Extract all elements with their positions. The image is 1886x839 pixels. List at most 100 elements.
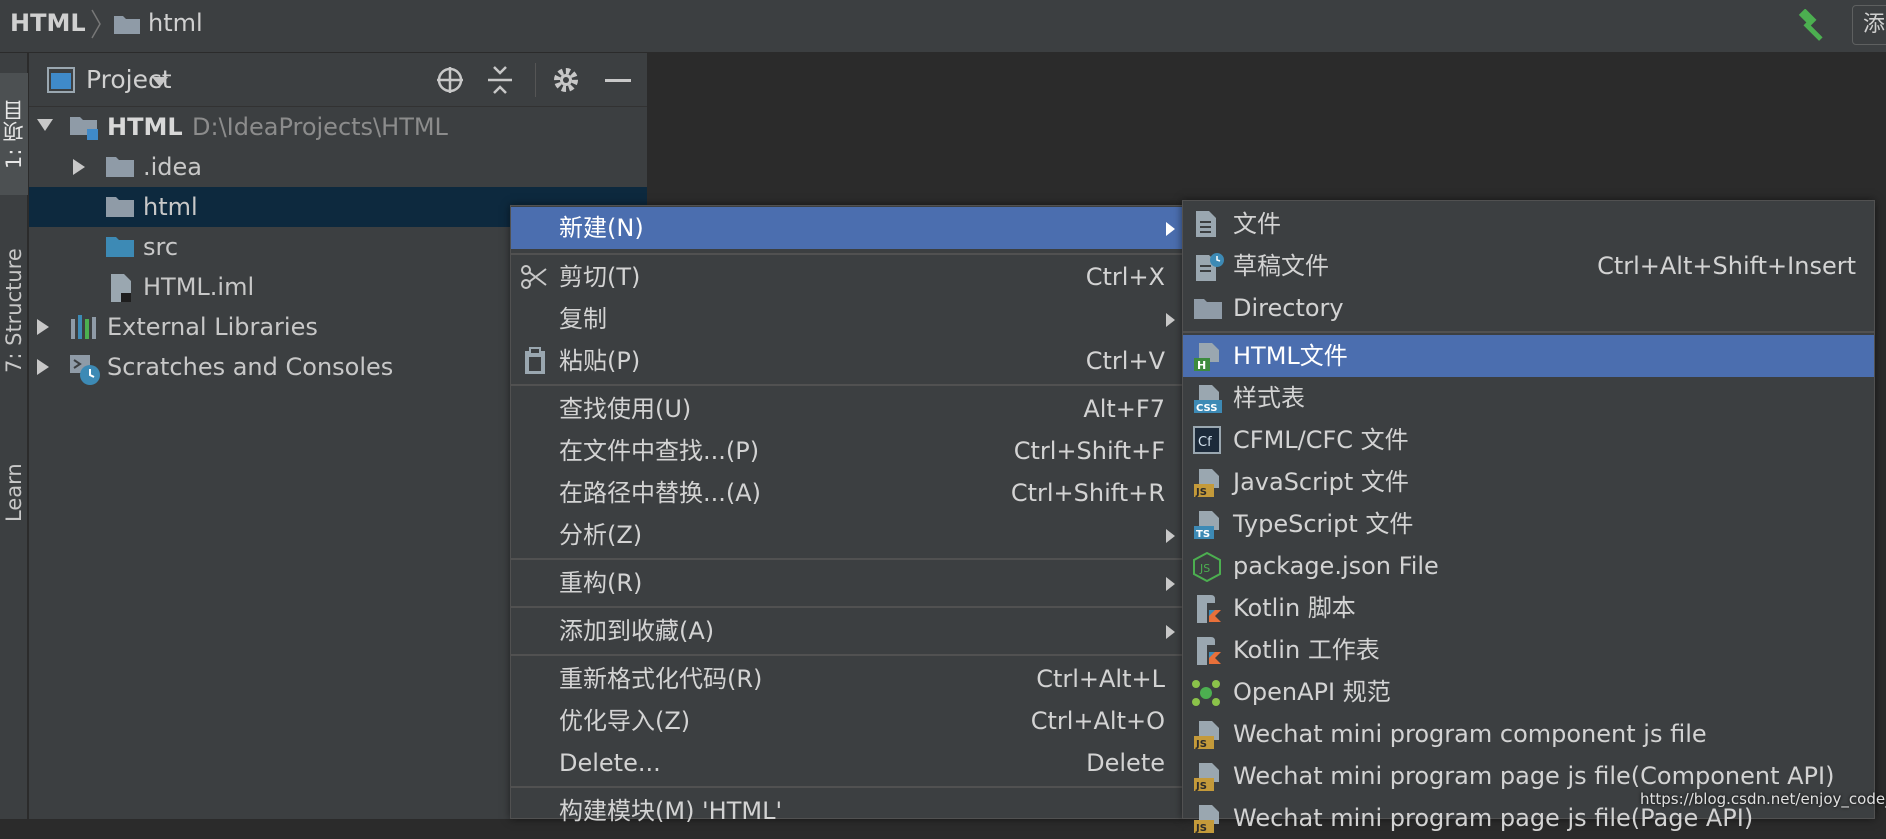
submenu-item-scratch-file[interactable]: 草稿文件 Ctrl+Alt+Shift+Insert [1183,245,1874,287]
tree-item-idea[interactable]: .idea [29,147,647,187]
collapse-all-icon[interactable] [486,65,514,95]
breadcrumb-root[interactable]: HTML [10,9,86,37]
menu-item-shortcut: Ctrl+Alt+Shift+Insert [1597,252,1856,280]
menu-item-label: 添加到收藏(A) [559,617,715,645]
menu-item-label: OpenAPI 规范 [1233,678,1391,706]
scratches-icon [70,355,100,385]
menu-item-replace-in-path[interactable]: 在路径中替换...(A) Ctrl+Shift+R [511,472,1183,514]
folder-icon [106,157,134,177]
locate-icon[interactable] [435,65,465,95]
tree-item-html-root[interactable]: HTML D:\IdeaProjects\HTML [29,107,647,147]
tree-item-label: src [143,233,179,261]
menu-item-shortcut: Ctrl+Alt+O [1030,707,1165,735]
menu-item-find-in-files[interactable]: 在文件中查找...(P) Ctrl+Shift+F [511,430,1183,472]
tree-item-label: html [143,193,198,221]
menu-item-label: JavaScript 文件 [1233,468,1409,496]
gear-icon[interactable] [551,65,581,95]
css-file-icon: CSS [1194,385,1222,414]
structure-tool-tab[interactable]: 7: Structure [0,211,28,411]
menu-item-shortcut: Ctrl+Shift+R [1010,479,1165,507]
menu-item-find-usages[interactable]: 查找使用(U) Alt+F7 [511,388,1183,430]
svg-text:JS: JS [1199,562,1210,575]
tree-item-label: External Libraries [107,313,318,341]
learn-tool-tab[interactable]: Learn [0,423,28,563]
menu-item-optimize-imports[interactable]: 优化导入(Z) Ctrl+Alt+O [511,700,1183,742]
tree-item-label: HTML [107,113,183,141]
navigation-bar: HTML html 添 [0,0,1886,53]
kotlin-worksheet-icon [1197,637,1221,665]
clipboard-icon [525,347,545,374]
submenu-item-javascript[interactable]: JS JavaScript 文件 [1183,461,1874,503]
menu-item-copy[interactable]: 复制 [511,298,1183,340]
module-folder-icon [70,117,98,140]
menu-item-shortcut: Alt+F7 [1083,395,1165,423]
menu-item-label: Delete... [559,749,661,777]
menu-item-label: 查找使用(U) [559,395,692,423]
submenu-item-openapi[interactable]: OpenAPI 规范 [1183,671,1874,713]
project-toolbar: Project [29,53,647,107]
menu-item-label: Directory [1233,294,1344,322]
menu-item-build-module[interactable]: 构建模块(M) 'HTML' [511,790,1183,832]
svg-text:JS: JS [1195,823,1207,834]
module-file-icon [111,274,131,302]
menu-item-refactor[interactable]: 重构(R) [511,562,1183,604]
menu-item-label: 文件 [1233,210,1281,238]
hammer-icon[interactable] [1796,9,1830,43]
menu-item-new[interactable]: 新建(N) [511,207,1183,249]
tree-item-path: D:\IdeaProjects\HTML [192,113,448,141]
menu-item-label: 样式表 [1233,384,1305,412]
menu-item-shortcut: Ctrl+V [1085,347,1165,375]
chevron-down-icon[interactable] [152,77,168,87]
breadcrumb-child[interactable]: html [148,9,203,37]
menu-item-label: 重新格式化代码(R) [559,665,763,693]
submenu-item-directory[interactable]: Directory [1183,287,1874,329]
menu-item-cut[interactable]: 剪切(T) Ctrl+X [511,256,1183,298]
svg-text:JS: JS [1195,487,1207,498]
chevron-down-icon[interactable] [37,119,53,131]
svg-text:CSS: CSS [1196,403,1217,414]
js-file-icon: JS [1194,805,1219,834]
submenu-item-package-json[interactable]: JS package.json File [1183,545,1874,587]
menu-item-label: 在路径中替换...(A) [559,479,762,507]
menu-item-delete[interactable]: Delete... Delete [511,742,1183,784]
submenu-arrow-icon [1166,529,1175,543]
tree-item-label: Scratches and Consoles [107,353,394,381]
submenu-item-typescript[interactable]: TS TypeScript 文件 [1183,503,1874,545]
folder-icon [106,197,134,217]
submenu-item-html-file[interactable]: H HTML文件 [1183,335,1874,377]
submenu-item-kotlin-worksheet[interactable]: Kotlin 工作表 [1183,629,1874,671]
scratch-file-icon [1196,253,1224,281]
menu-item-label: 复制 [559,305,607,333]
tree-item-label: .idea [143,153,203,181]
svg-text:TS: TS [1196,529,1210,540]
submenu-arrow-icon [1166,577,1175,591]
cfml-file-icon: Cf [1193,426,1221,454]
chevron-right-icon[interactable] [73,159,85,175]
submenu-item-wechat-component-js[interactable]: JS Wechat mini program component js file [1183,713,1874,755]
submenu-item-kotlin-script[interactable]: Kotlin 脚本 [1183,587,1874,629]
menu-item-label: Kotlin 工作表 [1233,636,1380,664]
menu-item-label: 剪切(T) [559,263,641,291]
menu-item-add-to-favorites[interactable]: 添加到收藏(A) [511,610,1183,652]
submenu-item-file[interactable]: 文件 [1183,203,1874,245]
submenu-item-stylesheet[interactable]: CSS 样式表 [1183,377,1874,419]
add-configuration-button[interactable]: 添 [1852,5,1886,45]
submenu-item-cfml[interactable]: Cf CFML/CFC 文件 [1183,419,1874,461]
menu-item-paste[interactable]: 粘贴(P) Ctrl+V [511,340,1183,382]
minimize-icon[interactable] [605,79,631,83]
menu-item-label: HTML文件 [1233,342,1348,370]
library-icon [71,315,96,339]
context-menu: 新建(N) 剪切(T) Ctrl+X 复制 粘贴(P) Ctrl+V 查找使用(… [510,205,1184,825]
scissors-icon [521,265,547,289]
chevron-right-icon[interactable] [37,319,49,335]
kotlin-script-icon [1197,595,1221,623]
menu-item-shortcut: Ctrl+Alt+L [1036,665,1165,693]
menu-item-label: package.json File [1233,552,1439,580]
menu-item-shortcut: Ctrl+X [1085,263,1165,291]
project-tool-tab[interactable]: 1: 项目 [0,73,28,195]
js-file-icon: JS [1194,721,1219,750]
chevron-right-icon[interactable] [37,359,49,375]
menu-item-reformat-code[interactable]: 重新格式化代码(R) Ctrl+Alt+L [511,658,1183,700]
menu-item-analyze[interactable]: 分析(Z) [511,514,1183,556]
menu-item-label: 新建(N) [559,214,644,242]
